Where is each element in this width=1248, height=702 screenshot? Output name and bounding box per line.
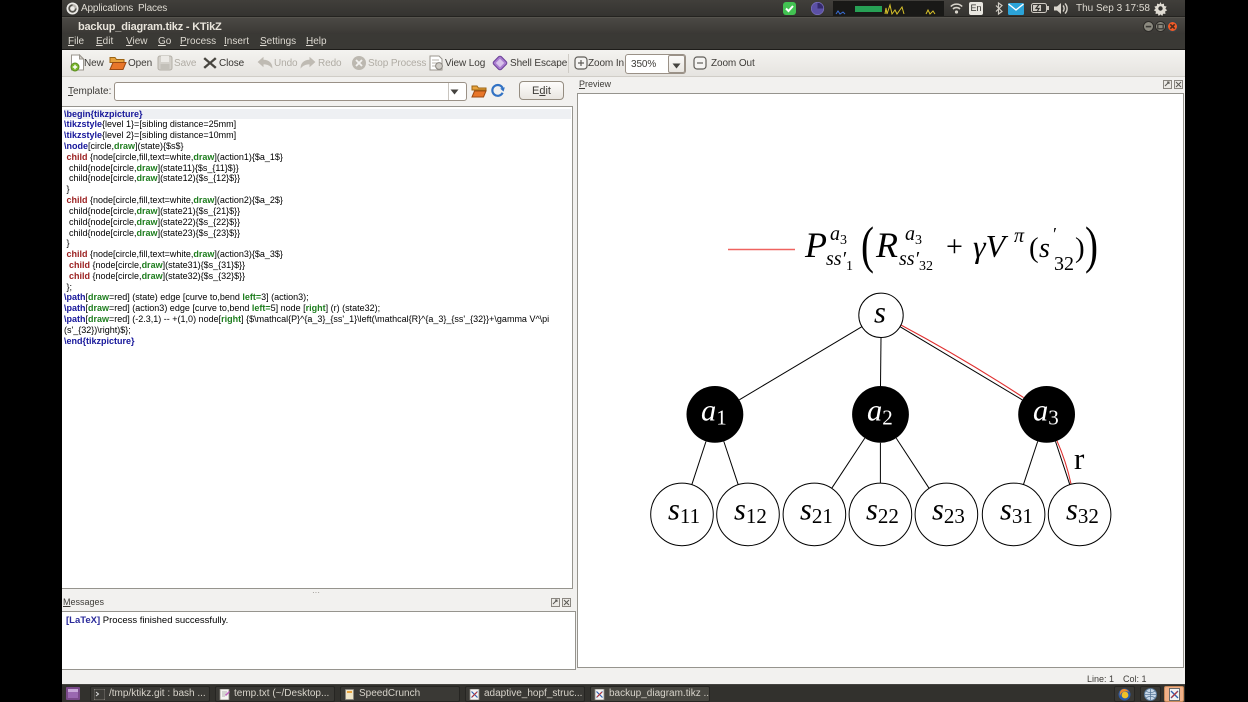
svg-text:a3: a3 bbox=[905, 223, 922, 248]
svg-text:32: 32 bbox=[1054, 253, 1074, 275]
svg-text:ss′1: ss′1 bbox=[826, 248, 853, 274]
svg-text:): ) bbox=[1085, 218, 1098, 275]
svg-text:(: ( bbox=[861, 218, 874, 275]
svg-text:′: ′ bbox=[1053, 224, 1057, 244]
svg-text:R: R bbox=[875, 225, 898, 265]
svg-text:P: P bbox=[804, 225, 827, 265]
svg-text:γV: γV bbox=[973, 228, 1009, 264]
svg-text:s: s bbox=[1039, 233, 1050, 264]
svg-text:a3: a3 bbox=[830, 223, 847, 248]
svg-text:): ) bbox=[1075, 232, 1085, 264]
svg-text:π: π bbox=[1014, 225, 1025, 247]
svg-text:r: r bbox=[1074, 441, 1085, 476]
svg-text:(: ( bbox=[1029, 232, 1039, 264]
svg-text:s: s bbox=[874, 296, 886, 330]
svg-text:+: + bbox=[946, 230, 963, 263]
svg-text:ss′32: ss′32 bbox=[899, 248, 933, 274]
